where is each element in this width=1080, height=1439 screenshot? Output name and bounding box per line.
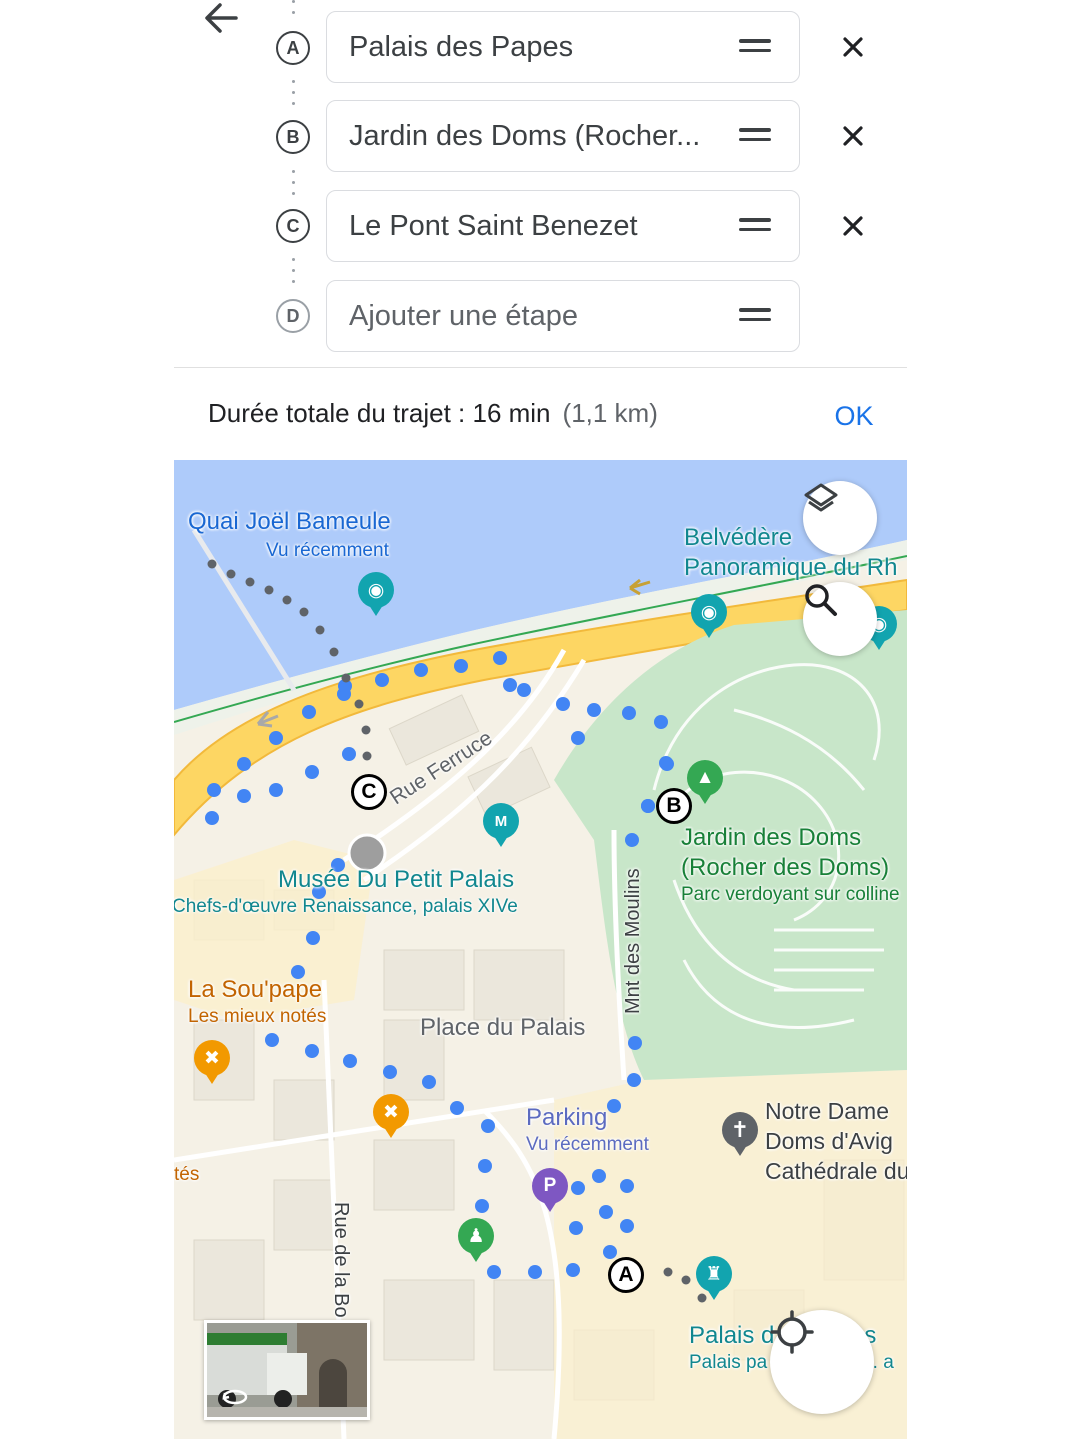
route-connector bbox=[292, 258, 295, 291]
drag-handle-icon[interactable] bbox=[739, 218, 771, 234]
street-label-mnt-moulins: Mnt des Moulins bbox=[622, 868, 644, 1014]
parking-icon[interactable]: P bbox=[532, 1168, 568, 1214]
museum-icon[interactable]: M bbox=[483, 803, 519, 849]
remove-stop-b-button[interactable] bbox=[832, 115, 874, 157]
remove-stop-a-button[interactable] bbox=[832, 26, 874, 68]
add-stop-field[interactable]: Ajouter une étape bbox=[326, 280, 800, 352]
map-view[interactable]: Quai Joël Bameule Vu récemment Belvédère… bbox=[174, 460, 907, 1439]
poi-label-jardin[interactable]: Jardin des Doms bbox=[681, 824, 861, 852]
stop-marker-b: B bbox=[276, 120, 310, 154]
divider bbox=[174, 367, 907, 368]
poi-label-quai[interactable]: Quai Joël Bameule bbox=[188, 508, 391, 536]
stop-field-a[interactable]: Palais des Papes bbox=[326, 11, 800, 83]
close-icon bbox=[843, 37, 863, 57]
my-location-icon bbox=[770, 1310, 814, 1354]
poi-label-sou-pape[interactable]: La Sou'pape bbox=[188, 976, 322, 1004]
poi-sub-parking: Vu récemment bbox=[526, 1134, 649, 1155]
castle-icon[interactable]: ♜ bbox=[696, 1256, 732, 1302]
restaurant-icon[interactable]: ✖ bbox=[373, 1094, 409, 1140]
camera-icon[interactable]: ◉ bbox=[691, 594, 727, 640]
poi-label-notre-dame-2: Doms d'Avig bbox=[765, 1128, 893, 1154]
poi-sub-quai: Vu récemment bbox=[266, 540, 389, 561]
arrow-left-icon bbox=[205, 3, 238, 33]
poi-sub-notre-dame: Cathédrale du X bbox=[765, 1158, 907, 1184]
church-icon[interactable]: ✝ bbox=[722, 1112, 758, 1158]
stop-field-c-text: Le Pont Saint Benezet bbox=[349, 210, 638, 242]
remove-stop-c-button[interactable] bbox=[832, 205, 874, 247]
trip-duration: Durée totale du trajet : 16 min bbox=[208, 398, 551, 428]
layers-button[interactable] bbox=[803, 481, 877, 555]
hiker-icon[interactable]: ♟ bbox=[458, 1218, 494, 1264]
route-marker-c[interactable]: C bbox=[351, 774, 387, 810]
stop-field-a-text: Palais des Papes bbox=[349, 31, 574, 63]
poi-sub-sou-pape: Les mieux notés bbox=[188, 1006, 327, 1027]
street-view-thumbnail[interactable] bbox=[204, 1320, 370, 1420]
camera-icon[interactable]: ◉ bbox=[358, 572, 394, 618]
poi-label-parking[interactable]: Parking bbox=[526, 1104, 607, 1132]
poi-sub-palais-a: Palais pa bbox=[689, 1352, 768, 1373]
poi-label-belvedere-2: Panoramique du Rh bbox=[684, 554, 898, 581]
add-stop-placeholder: Ajouter une étape bbox=[349, 300, 578, 332]
close-icon bbox=[843, 216, 863, 236]
street-label-rue-bo: Rue de la Bo bbox=[330, 1202, 352, 1318]
poi-label-belvedere[interactable]: Belvédère bbox=[684, 524, 792, 552]
restaurant-icon[interactable]: ✖ bbox=[194, 1040, 230, 1086]
street-view-rotate-icon bbox=[222, 1389, 248, 1405]
trip-distance: (1,1 km) bbox=[562, 398, 658, 428]
stop-field-b[interactable]: Jardin des Doms (Rocher... bbox=[326, 100, 800, 172]
back-button[interactable] bbox=[200, 0, 256, 40]
search-button[interactable] bbox=[803, 582, 877, 656]
ok-button[interactable]: OK bbox=[826, 392, 882, 440]
poi-label-notre-dame[interactable]: Notre Dame bbox=[765, 1098, 889, 1125]
poi-sub-musee: Chefs-d'œuvre Renaissance, palais XIVe bbox=[174, 896, 518, 917]
route-connector bbox=[292, 170, 295, 203]
place-label-palais: Place du Palais bbox=[420, 1014, 586, 1041]
drag-handle-icon[interactable] bbox=[739, 308, 771, 324]
my-location-button[interactable] bbox=[770, 1310, 874, 1414]
stop-field-c[interactable]: Le Pont Saint Benezet bbox=[326, 190, 800, 262]
poi-label-palais-a: Palais d bbox=[689, 1322, 775, 1349]
route-marker-b[interactable]: B bbox=[656, 788, 692, 824]
route-connector bbox=[292, 80, 295, 113]
poi-label-jardin-2: (Rocher des Doms) bbox=[681, 854, 890, 881]
stop-marker-a: A bbox=[276, 31, 310, 65]
route-connector bbox=[292, 0, 295, 22]
poi-label-fragment: tés bbox=[174, 1164, 200, 1185]
map-canvas bbox=[174, 460, 907, 1439]
poi-label-musee[interactable]: Musée Du Petit Palais bbox=[278, 866, 514, 894]
layers-icon bbox=[804, 483, 838, 512]
tree-icon[interactable]: ▲ bbox=[687, 760, 723, 806]
stop-marker-d: D bbox=[276, 299, 310, 333]
stop-field-b-text: Jardin des Doms (Rocher... bbox=[349, 120, 701, 152]
drag-handle-icon[interactable] bbox=[739, 39, 771, 55]
close-icon bbox=[843, 126, 863, 146]
drag-handle-icon[interactable] bbox=[739, 128, 771, 144]
stop-marker-c: C bbox=[276, 209, 310, 243]
search-icon bbox=[805, 584, 837, 616]
trip-summary: Durée totale du trajet : 16 min (1,1 km) bbox=[208, 398, 658, 429]
poi-sub-jardin: Parc verdoyant sur colline bbox=[681, 884, 900, 905]
route-marker-a[interactable]: A bbox=[608, 1257, 644, 1293]
